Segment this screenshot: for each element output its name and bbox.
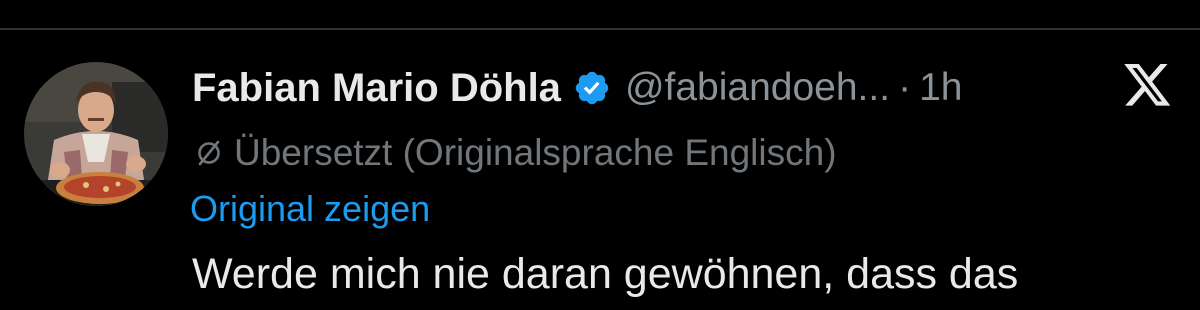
translation-notice: Übersetzt (Originalsprache Englisch) — [192, 128, 837, 178]
author-handle[interactable]: @fabiandoeh... — [625, 66, 890, 110]
tweet-header: Fabian Mario Döhla @fabiandoeh... · 1h — [192, 60, 962, 116]
translate-icon — [192, 136, 226, 170]
avatar-photo — [24, 62, 168, 206]
tweet-body-text: Werde mich nie daran gewöhnen, dass das — [192, 250, 1019, 298]
x-logo-icon[interactable] — [1124, 64, 1172, 110]
top-divider — [0, 28, 1200, 30]
avatar[interactable] — [24, 62, 168, 206]
translation-notice-text: Übersetzt (Originalsprache Englisch) — [234, 132, 837, 173]
separator-dot: · — [898, 66, 912, 109]
verified-badge-icon — [573, 69, 611, 107]
tweet-timestamp[interactable]: 1h — [919, 66, 962, 110]
author-display-name[interactable]: Fabian Mario Döhla — [192, 66, 561, 111]
show-original-link[interactable]: Original zeigen — [190, 188, 430, 230]
